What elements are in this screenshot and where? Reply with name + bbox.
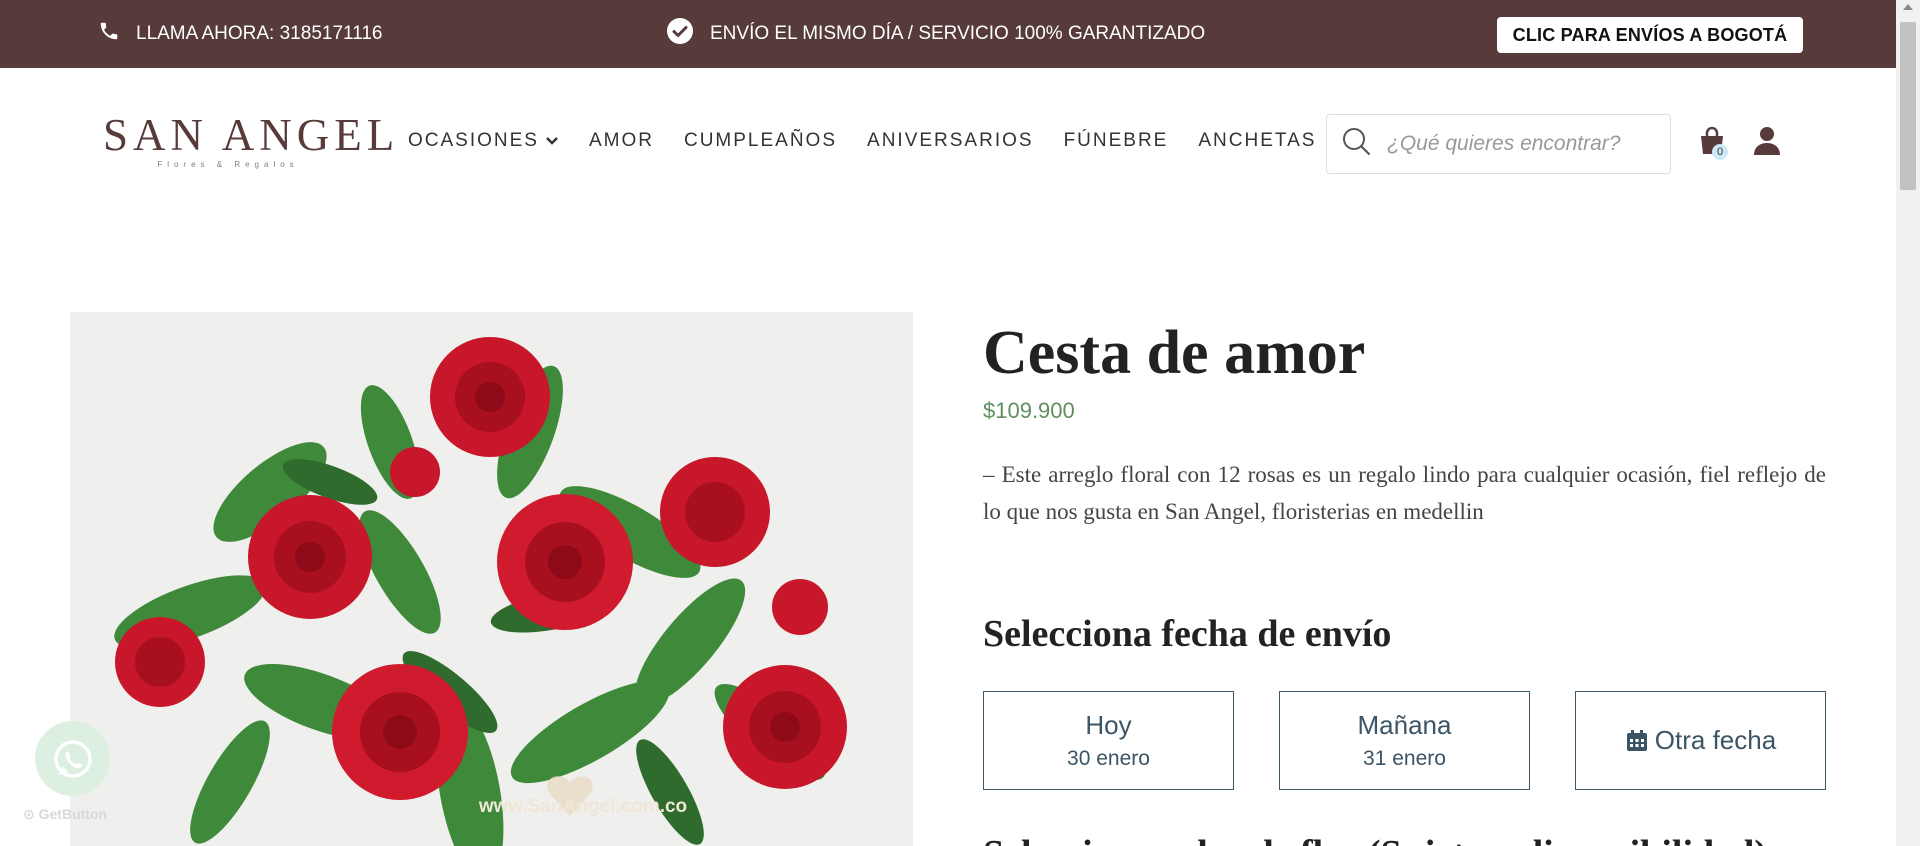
call-now[interactable]: LLAMA AHORA: 3185171116: [98, 0, 382, 68]
account-button[interactable]: [1754, 126, 1782, 158]
cart-count-badge: 0: [1712, 144, 1728, 160]
logo-brand: SAN ANGEL: [103, 110, 400, 160]
date-option-date: 30 enero: [1067, 747, 1150, 770]
nav-item-aniversarios[interactable]: ANIVERSARIOS: [867, 130, 1034, 152]
getbutton-label: GetButton: [38, 806, 108, 822]
delivery-date-title: Selecciona fecha de envío: [983, 613, 1392, 655]
nav-label: OCASIONES: [408, 130, 539, 151]
calendar-icon: [1626, 729, 1647, 751]
nav-item-anchetas[interactable]: ANCHETAS: [1198, 130, 1316, 152]
search-icon[interactable]: [1341, 126, 1373, 163]
search-input[interactable]: [1387, 132, 1657, 156]
cart-button[interactable]: 0: [1699, 126, 1729, 160]
call-now-label: LLAMA AHORA: 3185171116: [136, 23, 383, 44]
nav-item-funebre[interactable]: FÚNEBRE: [1064, 130, 1169, 152]
nav-item-cumpleanos[interactable]: CUMPLEAÑOS: [684, 130, 837, 152]
date-option-date: 31 enero: [1363, 747, 1446, 770]
vertical-scrollbar[interactable]: [1896, 0, 1920, 846]
site-header: SAN ANGEL Flores & Regalos OCASIONES AMO…: [0, 68, 1896, 218]
getbutton-credit[interactable]: ⊙ GetButton: [23, 806, 107, 823]
page: LLAMA AHORA: 3185171116 ENVÍO EL MISMO D…: [0, 0, 1920, 846]
user-icon: [1754, 127, 1780, 155]
scrollbar-thumb[interactable]: [1900, 22, 1916, 190]
product-title: Cesta de amor: [983, 319, 1366, 387]
scroll-up-arrow-icon[interactable]: [1903, 4, 1913, 10]
search-box: [1326, 114, 1671, 174]
bogota-shipping-button[interactable]: CLIC PARA ENVÍOS A BOGOTÁ: [1497, 17, 1803, 53]
phone-icon: [98, 20, 120, 48]
same-day-shipping: ENVÍO EL MISMO DÍA / SERVICIO 100% GARAN…: [666, 0, 1205, 68]
check-circle-icon: [666, 17, 694, 51]
date-option-today[interactable]: Hoy 30 enero: [983, 691, 1234, 790]
flower-color-title: Selecciona color de flor (Sujeto a dispo…: [983, 832, 1767, 846]
product-description: – Este arreglo floral con 12 rosas es un…: [983, 462, 1826, 524]
product-price: $109.900: [983, 398, 1075, 423]
chevron-down-icon: [546, 137, 558, 145]
logo-tagline: Flores & Regalos: [157, 160, 299, 169]
date-option-label: Mañana: [1357, 710, 1452, 740]
image-watermark: www.SanAngel.com.co: [478, 796, 687, 817]
top-announcement-bar: LLAMA AHORA: 3185171116 ENVÍO EL MISMO D…: [0, 0, 1896, 68]
nav-item-amor[interactable]: AMOR: [589, 130, 654, 152]
date-option-tomorrow[interactable]: Mañana 31 enero: [1279, 691, 1530, 790]
whatsapp-icon: [53, 739, 92, 778]
nav-item-ocasiones[interactable]: OCASIONES: [408, 130, 559, 152]
product-image[interactable]: www.SanAngel.com.co: [70, 312, 913, 846]
main-nav: OCASIONES AMOR CUMPLEAÑOS ANIVERSARIOS F…: [408, 130, 1316, 152]
roses-bouquet-image: www.SanAngel.com.co: [70, 312, 913, 846]
date-option-label: Hoy: [1085, 710, 1132, 740]
whatsapp-button[interactable]: [35, 721, 110, 796]
date-option-other[interactable]: Otra fecha: [1575, 691, 1826, 790]
date-option-label: Otra fecha: [1654, 725, 1777, 755]
shipping-label: ENVÍO EL MISMO DÍA / SERVICIO 100% GARAN…: [710, 23, 1206, 44]
logo[interactable]: SAN ANGEL Flores & Regalos: [103, 110, 400, 182]
